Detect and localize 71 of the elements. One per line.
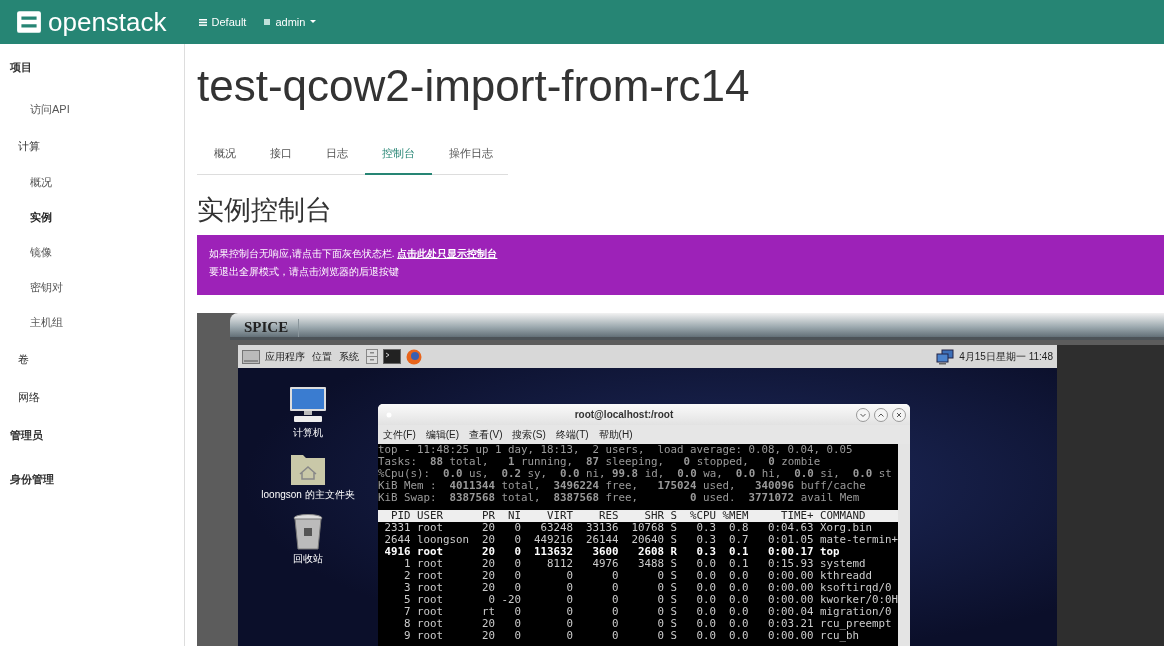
nav-section[interactable]: 身份管理	[0, 470, 184, 514]
user-menu[interactable]: admin	[258, 16, 323, 28]
nav-section[interactable]: 项目	[0, 58, 184, 102]
top-summary-line: KiB Swap: 8387568 total, 8387568 free, 0 used. 3771072 avail Mem	[378, 492, 861, 504]
domain-menu[interactable]: Default	[192, 16, 253, 28]
page-title: test-qcow2-import-from-rc14	[197, 60, 751, 112]
caret-icon	[310, 20, 317, 24]
nav-section[interactable]: 管理员	[0, 426, 184, 470]
nav-section[interactable]: 网络	[0, 388, 184, 426]
list-icon	[198, 18, 207, 26]
logo-icon	[16, 9, 42, 35]
trash-icon[interactable]	[293, 514, 323, 550]
alert-message: 要退出全屏模式，请点击浏览器的后退按键	[209, 266, 400, 278]
terminal-menu[interactable]: 编辑(E)	[425, 427, 460, 442]
terminal-menu[interactable]: 查看(V)	[469, 427, 503, 442]
process-row-text: 2 root 20 0 0 0 0 S 0.0 0.0 0:00.00 kthreadd	[403, 570, 874, 582]
process-row-text: 4916 root 20 0 113632 3600 2608 R 0.3 0.1 0:00.17 top	[383, 546, 841, 558]
tab[interactable]: 概况	[197, 134, 253, 175]
desktop-icon-label[interactable]: loongson 的主文件夹	[261, 488, 355, 502]
terminal-icon[interactable]	[383, 349, 401, 364]
scrollbar[interactable]	[898, 444, 910, 646]
process-row-text: 8 root 20 0 0 0 0 S 0.0 0.0 0:03.21 rcu_preempt	[403, 618, 893, 630]
console-only-link[interactable]: 点击此处只显示控制台	[397, 248, 498, 259]
desktop-icon-label[interactable]: 回收站	[293, 552, 323, 566]
nav-section[interactable]: 计算	[0, 137, 184, 175]
nav-section[interactable]: 卷	[0, 350, 184, 388]
alert-message: 如果控制台无响应,请点击下面灰色状态栏. 点击此处只显示控制台	[209, 248, 499, 260]
process-row-text: 3 root 20 0 0 0 0 S 0.0 0.0 0:00.00 ksoftirqd/0	[403, 582, 893, 594]
minimize-icon[interactable]	[856, 407, 870, 422]
network-icon[interactable]	[936, 348, 955, 365]
desktop-icon-label[interactable]: 计算机	[293, 426, 323, 440]
process-row-text: 1 root 20 0 8112 4976 3488 S 0.0 0.1 0:15.93 systemd	[403, 558, 867, 570]
panel-menu[interactable]: 位置	[312, 349, 332, 364]
top-summary-line: top - 11:48:25 up 1 day, 18:13, 2 users, load average: 0.08, 0.04, 0.05	[378, 444, 854, 456]
window-icon[interactable]	[242, 349, 260, 364]
terminal-menu[interactable]: 文件(F)	[383, 427, 416, 442]
brand-name[interactable]: openstack	[48, 6, 167, 38]
process-row-text: 5 root 0 -20 0 0 0 S 0.0 0.0 0:00.00 kworker/0:0H	[403, 594, 898, 606]
process-header: PID USER PR NI VIRT RES SHR S %CPU %MEM TIME+ COMMAND	[378, 510, 898, 522]
nav-item[interactable]: 访问API	[0, 102, 184, 137]
tab[interactable]: 操作日志	[432, 134, 510, 175]
nav-item[interactable]: 镜像	[0, 245, 184, 280]
home-folder-icon[interactable]	[290, 452, 326, 486]
terminal-title: root@localhost:/root	[573, 409, 675, 420]
top-summary-line: KiB Mem : 4011344 total, 3496224 free, 175024 used, 340096 buff/cache	[378, 480, 867, 492]
cabinet-icon[interactable]	[366, 349, 378, 364]
nav-item[interactable]: 概况	[0, 175, 184, 210]
nav-item[interactable]: 主机组	[0, 315, 184, 350]
close-icon[interactable]	[892, 407, 906, 422]
tab[interactable]: 接口	[253, 134, 309, 175]
top-summary-line: Tasks: 88 total, 1 running, 87 sleeping, 0 stopped, 0 zombie	[378, 456, 822, 468]
terminal-menu[interactable]: 终端(T)	[555, 427, 589, 442]
panel-clock[interactable]: 4月15日星期一 11:48	[959, 349, 1053, 364]
process-row-text: 9 root 20 0 0 0 0 S 0.0 0.0 0:00.00 rcu_bh	[403, 630, 860, 642]
tab[interactable]: 日志	[309, 134, 365, 175]
computer-icon[interactable]	[288, 386, 328, 424]
process-row-text: 2331 root 20 0 63248 33136 10768 S 0.3 0.8 0:04.63 Xorg.bin	[383, 522, 874, 534]
process-row-text: 2644 loongson 20 0 449216 26144 20640 S 0.3 0.7 0:01.05 mate-termin+	[383, 534, 898, 546]
nav-item[interactable]: 实例	[0, 210, 184, 245]
top-summary-line: %Cpu(s): 0.0 us, 0.2 sy, 0.0 ni, 99.8 id, 0.0 wa, 0.0 hi, 0.0 si, 0.0 st	[378, 468, 893, 480]
square-icon	[264, 19, 271, 25]
panel-menu[interactable]: 系统	[339, 349, 359, 364]
terminal-menu[interactable]: 搜索(S)	[512, 427, 546, 442]
spice-tab[interactable]: SPICE	[230, 319, 300, 337]
process-row-text: 7 root rt 0 0 0 0 S 0.0 0.0 0:00.04 migration/0	[403, 606, 893, 618]
panel-menu[interactable]: 应用程序	[265, 349, 305, 364]
tab[interactable]: 控制台	[365, 134, 432, 175]
nav-item[interactable]: 密钥对	[0, 280, 184, 315]
section-title: 实例控制台	[197, 194, 333, 227]
globe-icon[interactable]	[406, 348, 422, 365]
terminal-menu[interactable]: 帮助(H)	[598, 427, 633, 442]
